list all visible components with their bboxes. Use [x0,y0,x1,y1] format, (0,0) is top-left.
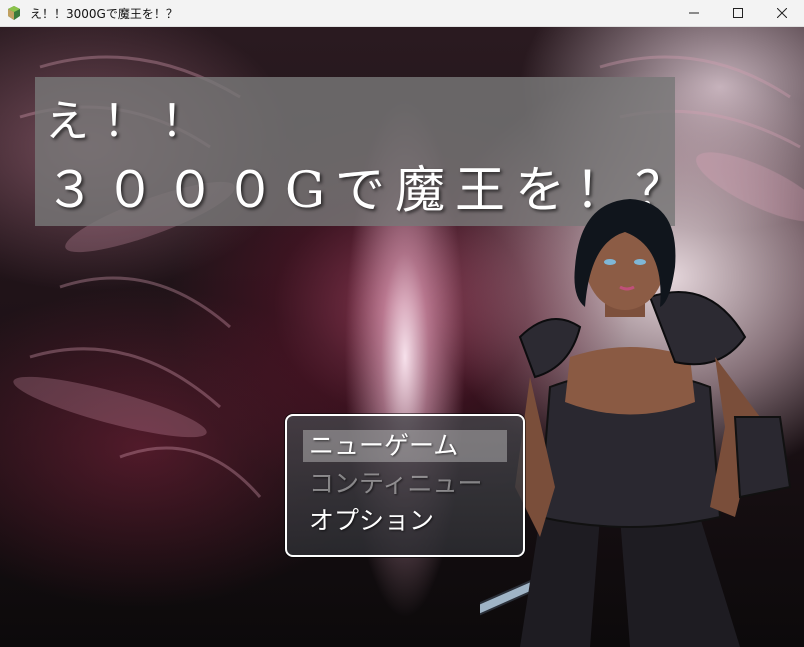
game-title-line-1: え！！ [45,96,219,147]
game-window: え！！3000Gで魔王を！？ え！！ ３０００Gで魔王を！？ ニューゲーム コン… [0,0,804,647]
menu-item-continue[interactable]: コンティニュー [303,468,507,500]
close-button[interactable] [760,0,804,26]
title-menu: ニューゲーム コンティニュー オプション [285,414,525,557]
minimize-button[interactable] [672,0,716,26]
close-icon [777,8,787,18]
character-art [480,199,792,647]
menu-item-new-game[interactable]: ニューゲーム [303,430,507,462]
game-screen: え！！ ３０００Gで魔王を！？ ニューゲーム コンティニュー オプション [0,27,804,647]
menu-item-options[interactable]: オプション [303,505,507,537]
window-title: え！！3000Gで魔王を！？ [30,6,178,21]
app-icon [8,6,20,20]
title-bar: え！！3000Gで魔王を！？ [0,0,804,27]
minimize-icon [689,12,699,14]
maximize-icon [733,8,743,18]
maximize-button[interactable] [716,0,760,26]
window-controls [672,0,804,26]
